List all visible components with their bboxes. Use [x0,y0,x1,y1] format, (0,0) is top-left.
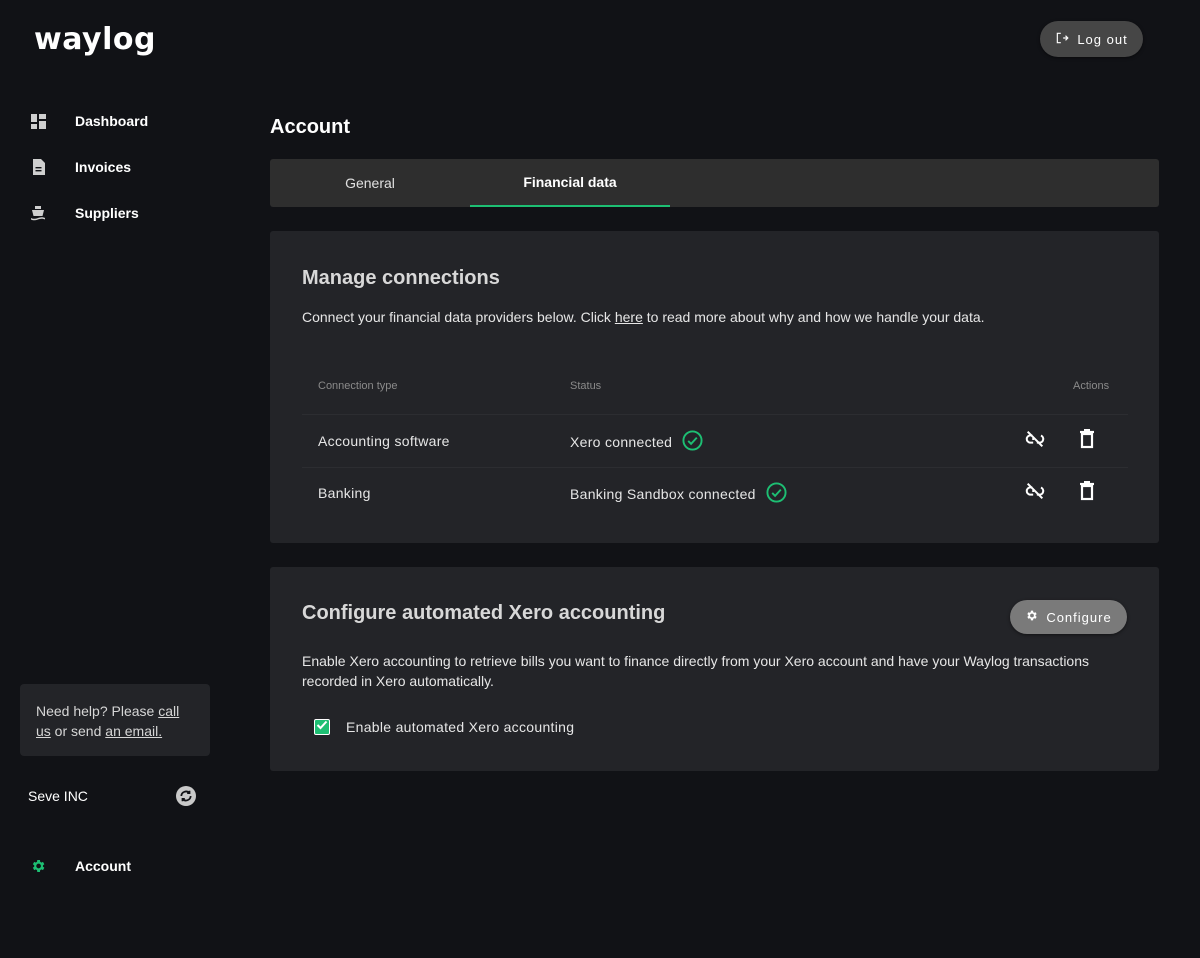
sidebar-item-label: Account [75,858,131,874]
document-icon [30,159,46,175]
sidebar-item-dashboard[interactable]: Dashboard [30,113,148,129]
tab-financial-data[interactable]: Financial data [470,159,670,207]
connection-type: Banking [318,485,371,501]
connection-status: Banking Sandbox connected [570,482,787,506]
manage-connections-description: Connect your financial data providers be… [302,309,985,325]
waylog-logo: waylog [34,22,156,57]
configure-button[interactable]: Configure [1010,600,1127,634]
logout-button[interactable]: Log out [1040,21,1143,57]
sidebar-item-label: Dashboard [75,113,149,129]
column-header-connection-type: Connection type [318,380,398,392]
connection-status: Xero connected [570,430,703,454]
delete-button[interactable] [1075,428,1099,454]
read-more-link[interactable]: here [615,309,643,325]
sync-icon[interactable] [176,786,196,806]
divider [302,467,1128,468]
gear-icon [30,858,46,874]
dashboard-icon [30,113,46,129]
checkmark-icon [316,718,328,736]
link-off-icon [1024,428,1046,455]
email-link[interactable]: an email. [105,723,162,739]
company-name: Seve INC [28,788,88,804]
divider [302,414,1128,415]
enable-xero-checkbox-label[interactable]: Enable automated Xero accounting [346,719,574,735]
tab-general[interactable]: General [270,159,470,207]
xero-accounting-card: Configure automated Xero accounting Enab… [270,567,1159,771]
logout-label: Log out [1077,31,1128,47]
check-circle-icon [766,482,787,506]
help-text: Need help? Please [36,703,159,719]
column-header-actions: Actions [1073,380,1110,392]
link-off-icon [1024,480,1046,507]
sidebar-item-suppliers[interactable]: Suppliers [30,205,139,221]
connection-type: Accounting software [318,433,450,449]
disconnect-button[interactable] [1023,481,1047,505]
sidebar-item-label: Invoices [75,159,132,175]
account-tabs: General Financial data [270,159,1159,207]
trash-icon [1078,428,1096,454]
manage-connections-title: Manage connections [302,267,500,289]
status-text: Banking Sandbox connected [570,486,756,502]
xero-accounting-title: Configure automated Xero accounting [302,602,666,624]
column-header-status: Status [570,380,602,392]
logout-icon [1055,31,1069,48]
status-text: Xero connected [570,434,673,450]
sidebar-item-invoices[interactable]: Invoices [30,159,131,175]
configure-label: Configure [1046,609,1112,625]
help-text: or send [50,723,106,739]
disconnect-button[interactable] [1023,429,1047,453]
enable-xero-checkbox[interactable] [314,719,330,735]
gear-icon [1025,609,1038,625]
trash-icon [1078,480,1096,506]
sidebar-item-account[interactable]: Account [30,858,131,874]
help-box: Need help? Please call us or send an ema… [20,684,210,756]
xero-accounting-description: Enable Xero accounting to retrieve bills… [302,653,1090,689]
ship-icon [30,205,46,221]
page-title: Account [270,116,350,138]
delete-button[interactable] [1075,480,1099,506]
check-circle-icon [682,430,703,454]
sidebar-item-label: Suppliers [75,205,139,221]
